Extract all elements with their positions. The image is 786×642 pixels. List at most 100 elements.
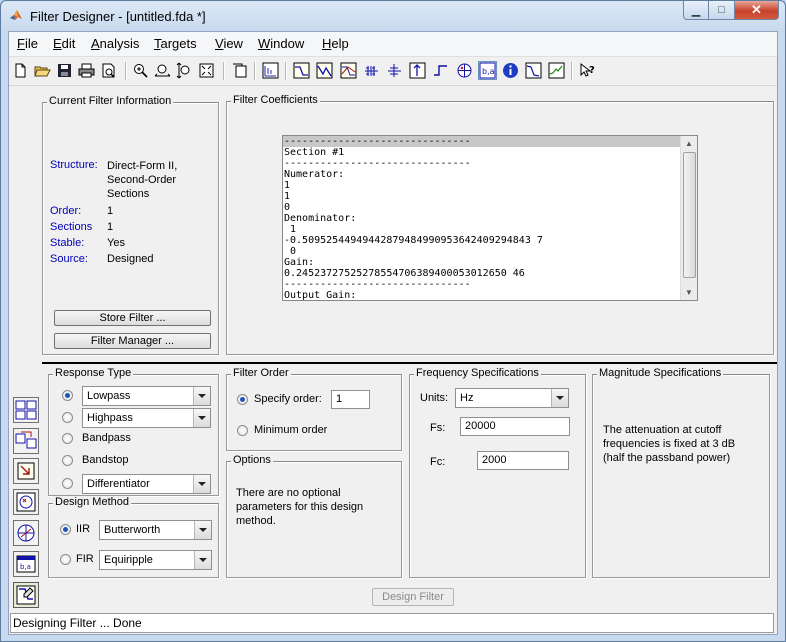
bandpass-radio[interactable] — [62, 433, 73, 444]
scroll-thumb[interactable] — [683, 152, 696, 278]
phase-response-button[interactable] — [315, 61, 334, 80]
multirate-tool[interactable] — [13, 520, 39, 546]
highpass-radio[interactable] — [62, 412, 73, 423]
print-button[interactable] — [77, 61, 96, 80]
coefficients-scrollbar[interactable]: ▲ ▼ — [680, 136, 697, 300]
coefficient-line[interactable]: 0 — [283, 202, 681, 213]
phase-delay-button[interactable] — [385, 61, 404, 80]
bandpass-label[interactable]: Bandpass — [82, 432, 131, 444]
store-filter-button[interactable]: Store Filter ... — [54, 310, 211, 326]
filter-coefficients-button[interactable]: b,a — [478, 61, 497, 80]
magnitude-phase-button[interactable] — [339, 61, 358, 80]
coefficient-line[interactable]: 0 — [283, 246, 681, 257]
coefficient-line[interactable]: Section #1 — [283, 147, 681, 158]
transform-filter-tool[interactable] — [13, 397, 39, 423]
menu-file[interactable]: File — [17, 36, 38, 51]
coefficient-line[interactable]: Denominator: — [283, 213, 681, 224]
impulse-response-button[interactable] — [408, 61, 427, 80]
new-figure-button[interactable] — [230, 61, 249, 80]
magnitude-response-button[interactable] — [292, 61, 311, 80]
design-filter-tool[interactable] — [13, 582, 39, 608]
scroll-up-icon[interactable]: ▲ — [681, 136, 697, 151]
specify-order-input[interactable]: 1 — [331, 390, 370, 409]
fir-radio[interactable] — [60, 554, 71, 565]
pole-zero-editor-tool[interactable] — [13, 489, 39, 515]
coefficient-line[interactable]: ------------------------------- — [283, 158, 681, 169]
scroll-down-icon[interactable]: ▼ — [681, 285, 697, 300]
menu-window[interactable]: Window — [258, 36, 304, 51]
minimum-order-label[interactable]: Minimum order — [254, 424, 327, 436]
print-preview-button[interactable] — [99, 61, 118, 80]
differentiator-radio[interactable] — [62, 478, 73, 489]
full-view-button[interactable] — [197, 61, 216, 80]
magnitude-estimate-button[interactable] — [524, 61, 543, 80]
bandstop-label[interactable]: Bandstop — [82, 454, 128, 466]
coefficients-listbox[interactable]: ------------------------------- Section #… — [282, 135, 698, 301]
filter-manager-button[interactable]: Filter Manager ... — [54, 333, 211, 349]
zoom-x-button[interactable] — [153, 61, 172, 80]
print-preview-icon — [102, 63, 115, 78]
differentiator-dropdown[interactable]: Differentiator — [82, 474, 211, 494]
fs-input[interactable]: 20000 — [460, 417, 570, 436]
coefficient-line[interactable]: Output Gain: — [283, 290, 681, 300]
units-dropdown[interactable]: Hz — [455, 388, 569, 408]
current-filter-info-legend: Current Filter Information — [47, 95, 174, 107]
lowpass-dropdown[interactable]: Lowpass — [82, 386, 211, 406]
menu-edit[interactable]: Edit — [53, 36, 75, 51]
iir-label[interactable]: IIR — [76, 523, 90, 535]
response-type-panel: Response Type Lowpass Highpass Bandpass … — [48, 367, 219, 496]
menu-help[interactable]: Help — [322, 36, 349, 51]
filter-spec-button[interactable] — [261, 61, 280, 80]
coefficient-line[interactable]: -0.5095254494944287948499095364240929484… — [283, 235, 681, 246]
lowpass-radio[interactable] — [62, 390, 73, 401]
coefficient-line[interactable]: 1 — [283, 224, 681, 235]
open-button[interactable] — [33, 61, 52, 80]
realize-model-tool[interactable]: b,a — [13, 551, 39, 577]
coefficient-line[interactable]: 1 — [283, 191, 681, 202]
iir-radio[interactable] — [60, 524, 71, 535]
close-button[interactable]: ✕ — [735, 1, 779, 20]
pole-zero-button[interactable] — [455, 61, 474, 80]
round-off-noise-icon — [548, 62, 565, 79]
coefficient-line[interactable]: 1 — [283, 180, 681, 191]
zoom-y-button[interactable] — [175, 61, 194, 80]
zoom-in-button[interactable] — [131, 61, 150, 80]
title-bar[interactable]: Filter Designer - [untitled.fda *] ▁ □ ✕ — [1, 1, 785, 31]
minimum-order-radio[interactable] — [237, 425, 248, 436]
convert-structure-icon — [15, 431, 37, 449]
iir-method-dropdown[interactable]: Butterworth — [99, 520, 212, 540]
specify-order-label[interactable]: Specify order: — [254, 393, 322, 405]
step-response-icon — [434, 65, 447, 76]
menu-analysis[interactable]: Analysis — [91, 36, 139, 51]
coefficient-line[interactable]: 0.24523727525278554706389400053012650 46 — [283, 268, 681, 279]
menu-view[interactable]: View — [215, 36, 243, 51]
convert-structure-tool[interactable] — [13, 428, 39, 454]
fir-label[interactable]: FIR — [76, 553, 94, 565]
coefficient-line[interactable]: ------------------------------- — [283, 136, 681, 147]
design-filter-button[interactable]: Design Filter — [372, 588, 454, 606]
zoom-in-icon — [134, 64, 148, 78]
zoom-y-icon — [176, 62, 190, 79]
save-button[interactable] — [55, 61, 74, 80]
menu-targets[interactable]: Targets — [154, 36, 197, 51]
minimize-button[interactable]: ▁ — [683, 1, 709, 20]
whats-this-button[interactable]: ? — [578, 61, 597, 80]
fc-input[interactable]: 2000 — [477, 451, 569, 470]
filter-info-button[interactable] — [501, 61, 520, 80]
coefficient-line[interactable]: Numerator: — [283, 169, 681, 180]
highpass-dropdown[interactable]: Highpass — [82, 408, 211, 428]
fir-method-dropdown[interactable]: Equiripple — [99, 550, 212, 570]
round-off-noise-button[interactable] — [547, 61, 566, 80]
bandstop-radio[interactable] — [62, 455, 73, 466]
group-delay-icon — [365, 66, 378, 76]
frequency-specs-legend: Frequency Specifications — [414, 367, 541, 379]
new-button[interactable] — [11, 61, 30, 80]
coefficient-line[interactable]: Gain: — [283, 257, 681, 268]
client-area: File Edit Analysis Targets View Window H… — [8, 31, 778, 635]
step-response-button[interactable] — [431, 61, 450, 80]
maximize-button[interactable]: □ — [709, 1, 735, 20]
import-filter-tool[interactable] — [13, 458, 39, 484]
specify-order-radio[interactable] — [237, 394, 248, 405]
coefficient-line[interactable]: ------------------------------- — [283, 279, 681, 290]
group-delay-button[interactable] — [362, 61, 381, 80]
